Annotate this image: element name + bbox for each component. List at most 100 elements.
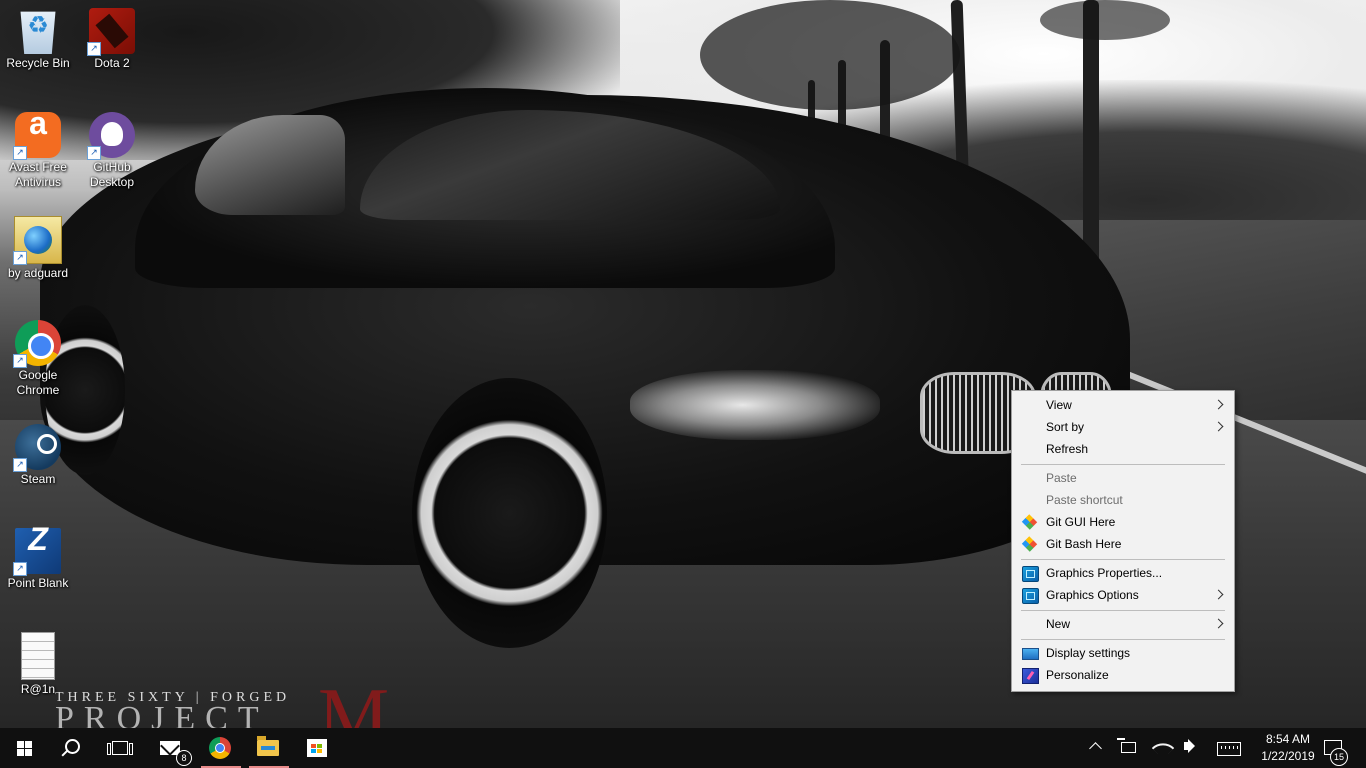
notification-count-badge: 15 [1330,748,1348,766]
menu-item-label: Paste [1046,471,1077,485]
taskbar: 8 8:54 AM 1/22/2019 15 [0,728,1366,768]
dota2-icon: ↗ [87,8,135,56]
menu-item-label: Git GUI Here [1046,515,1116,529]
chrome-icon: ↗ [13,320,61,368]
start-button[interactable] [0,728,48,768]
menu-item-label: Graphics Properties... [1046,566,1163,580]
menu-item-personalize[interactable]: Personalize [1012,664,1234,686]
desktop-icon-steam[interactable]: ↗ Steam [0,424,76,487]
chrome-icon [209,737,231,759]
wifi-icon[interactable] [1151,736,1175,760]
shortcut-arrow-icon: ↗ [87,42,101,56]
clock-time[interactable]: 8:54 AM [1256,732,1320,746]
git-icon [1021,514,1038,530]
point-blank-icon: ↗ [13,528,61,576]
desktop-icon-label: Avast Free Antivirus [9,160,67,189]
desktop-icon-text-file[interactable]: R@1n [0,632,76,697]
menu-item-label: Sort by [1046,420,1085,434]
text-file-icon [21,632,55,680]
mail-badge: 8 [176,750,192,766]
submenu-arrow-icon [1213,589,1224,600]
search-button[interactable] [48,728,96,768]
wallpaper-brand-project: PROJECT [55,700,269,728]
clock-date[interactable]: 1/22/2019 [1256,749,1320,763]
palm-fronds [700,0,960,110]
shortcut-arrow-icon: ↗ [13,146,27,160]
menu-item-sort-by[interactable]: Sort by [1012,416,1234,438]
menu-item-new[interactable]: New [1012,613,1234,635]
github-desktop-icon: ↗ [87,112,135,160]
desktop-context-menu: View Sort by Refresh Paste Paste shortcu… [1011,390,1235,692]
menu-item-paste-shortcut: Paste shortcut [1012,489,1234,511]
intel-graphics-icon [1022,566,1039,582]
car-front-wheel [412,378,607,648]
git-icon [1021,536,1038,552]
shortcut-arrow-icon: ↗ [87,146,101,160]
menu-item-git-bash-here[interactable]: Git Bash Here [1012,533,1234,555]
menu-item-display-settings[interactable]: Display settings [1012,642,1234,664]
menu-item-refresh[interactable]: Refresh [1012,438,1234,460]
adguard-icon: ↗ [13,216,62,265]
desktop-icon-github-desktop[interactable]: ↗ GitHub Desktop [74,112,150,190]
submenu-arrow-icon [1213,618,1224,629]
search-icon [65,739,80,754]
store-icon [307,739,327,757]
menu-item-label: Personalize [1046,668,1109,682]
shortcut-arrow-icon: ↗ [13,354,27,368]
battery-icon[interactable] [1117,738,1136,753]
menu-item-graphics-properties[interactable]: Graphics Properties... [1012,562,1234,584]
taskbar-store-button[interactable] [294,728,342,768]
menu-item-label: Display settings [1046,646,1131,660]
desktop-icon-adguard[interactable]: ↗ by adguard [0,216,76,281]
car-headlight [630,370,880,440]
menu-item-label: Paste shortcut [1046,493,1123,507]
volume-icon[interactable] [1184,739,1195,753]
menu-separator [1021,559,1225,560]
menu-separator [1021,639,1225,640]
desktop-icon-label: GitHub Desktop [89,160,135,189]
menu-separator [1021,610,1225,611]
personalize-icon [1022,668,1039,684]
shortcut-arrow-icon: ↗ [13,251,27,265]
recycle-bin-icon [20,11,56,54]
menu-separator [1021,464,1225,465]
steam-icon: ↗ [13,424,61,472]
shortcut-arrow-icon: ↗ [13,458,27,472]
desktop-icon-dota2[interactable]: ↗ Dota 2 [74,8,150,71]
show-hidden-icons-chevron-icon[interactable] [1089,742,1102,755]
touch-keyboard-icon[interactable] [1217,742,1241,756]
display-icon [1022,648,1039,660]
desktop-icon-avast[interactable]: ↗ Avast Free Antivirus [0,112,76,190]
file-explorer-icon [257,736,279,756]
palm-fronds [1040,0,1170,40]
menu-item-label: Git Bash Here [1046,537,1122,551]
palm-trunk [1083,0,1099,270]
desktop-icon-label: R@1n [20,682,56,696]
desktop-icon-label: Point Blank [7,576,69,590]
desktop-icon-chrome[interactable]: ↗ Google Chrome [0,320,76,398]
menu-item-view[interactable]: View [1012,394,1234,416]
taskbar-mail-button[interactable]: 8 [148,728,196,768]
submenu-arrow-icon [1213,399,1224,410]
intel-graphics-icon [1022,588,1039,604]
menu-item-label: New [1046,617,1071,631]
desktop-icon-point-blank[interactable]: ↗ Point Blank [0,528,76,591]
shortcut-arrow-icon: ↗ [13,562,27,576]
desktop-icon-label: Steam [20,472,56,486]
desktop-icon-label: by adguard [7,266,69,280]
taskbar-chrome-button[interactable] [197,728,245,768]
task-view-icon [107,741,133,755]
task-view-button[interactable] [96,728,144,768]
menu-item-label: Refresh [1046,442,1089,456]
menu-item-git-gui-here[interactable]: Git GUI Here [1012,511,1234,533]
windows-logo-icon [17,741,32,756]
menu-item-label: View [1046,398,1072,412]
menu-item-label: Graphics Options [1046,588,1139,602]
wallpaper-brand-m: M [318,673,390,728]
desktop-icon-label: Google Chrome [16,368,60,397]
avast-icon: ↗ [13,112,61,160]
menu-item-graphics-options[interactable]: Graphics Options [1012,584,1234,606]
taskbar-file-explorer-button[interactable] [245,728,293,768]
desktop-icon-recycle-bin[interactable]: Recycle Bin [0,8,76,71]
submenu-arrow-icon [1213,421,1224,432]
